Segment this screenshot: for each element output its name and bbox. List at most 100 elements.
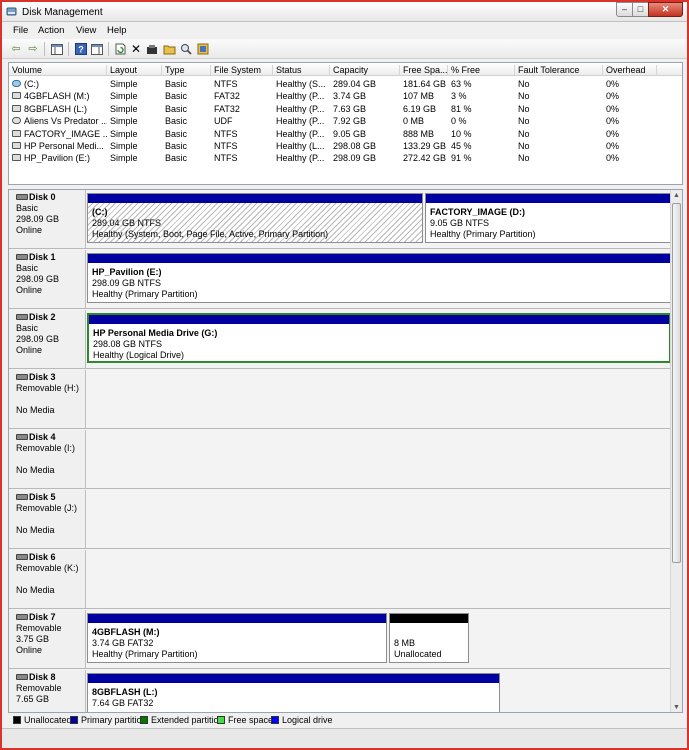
volume-cell: NTFS [214,128,238,139]
disk-info-line: Removable (J:) [16,503,78,513]
partition-size: 8 MB [394,638,416,648]
hard-disk-icon [16,434,28,440]
volume-cell: 181.64 GB [403,79,447,89]
disk-label[interactable]: Disk 7 Removable 3.75 GB Online [9,610,86,668]
partition[interactable]: 8GBFLASH (L:) 7.64 GB FAT32 [87,673,500,712]
column-header-type[interactable]: Type [162,65,211,76]
menu-action[interactable]: Action [38,25,64,36]
disk-label[interactable]: Disk 2 Basic 298.09 GB Online [9,310,86,368]
delete-icon[interactable]: ✕ [129,42,143,56]
partition[interactable]: (C:) 289.04 GB NTFS Healthy (System, Boot,… [87,193,423,243]
volume-row[interactable]: HP Personal Medi... Simple Basic NTFS Health… [9,140,682,152]
settings-icon[interactable] [196,42,210,56]
menu-help[interactable]: Help [107,25,127,36]
partition-name: FACTORY_IMAGE (D:) [430,207,526,217]
maximize-button[interactable]: □ [632,2,649,17]
drive-drive-icon [12,154,21,162]
disk-info-line: Basic [16,263,39,273]
volume-cell: No [518,79,530,89]
volume-cell: 0% [606,141,620,151]
minimize-button[interactable]: – [616,2,633,17]
menu-file[interactable]: File [13,25,28,36]
disk-label[interactable]: Disk 4 Removable (I:) No Media [9,430,86,488]
volume-cell: 107 MB [403,91,435,102]
open-folder-icon[interactable] [162,42,176,56]
disk-label[interactable]: Disk 6 Removable (K:) No Media [9,550,86,608]
column-header-layout[interactable]: Layout [107,65,162,76]
column-header-status[interactable]: Status [273,65,330,76]
partition[interactable]: HP Personal Media Drive (G:) 298.08 GB NT… [87,313,671,363]
volume-row[interactable]: 8GBFLASH (L:) Simple Basic FAT32 Healthy (P.… [9,103,682,115]
volume-row[interactable]: Aliens Vs Predator ... Simple Basic UDF Heal… [9,115,682,127]
volume-cell: NTFS [214,153,238,164]
partition[interactable]: 4GBFLASH (M:) 3.74 GB FAT32 Healthy (Prima… [87,613,387,663]
scroll-down-icon[interactable]: ▼ [671,702,682,712]
volume-cell: No [518,141,530,151]
close-button[interactable]: ✕ [648,2,683,17]
back-arrow-icon[interactable]: ⇦ [9,42,23,56]
help-icon[interactable]: ? [74,42,88,56]
disk-label[interactable]: Disk 1 Basic 298.09 GB Online [9,250,86,308]
volume-row[interactable]: FACTORY_IMAGE ... Simple Basic NTFS Healthy … [9,128,682,140]
volume-cell: 0% [606,153,620,164]
show-hide-tree-icon[interactable] [50,42,64,56]
disk-info-line: Online [16,285,43,295]
partition[interactable]: HP_Pavilion (E:) 298.09 GB NTFS Healthy (P… [87,253,671,303]
volume-cell: 81 % [451,103,472,114]
console-icon[interactable] [90,42,104,56]
disk-info-line: 7.65 GB [16,694,50,704]
disk-name: Disk 5 [16,492,85,503]
column-header-volume[interactable]: Volume [9,65,107,76]
volume-row[interactable]: (C:) Simple Basic NTFS Healthy (S... 289.04 G… [9,78,682,90]
title-bar[interactable]: Disk Management – □ ✕ [2,2,687,22]
disk-map: Disk 0 Basic 298.09 GB Online (C:) 289.04 GB … [8,189,683,713]
partition-name: 8GBFLASH (L:) [92,687,158,697]
column-header-percent-free[interactable]: % Free [448,65,515,76]
properties-icon[interactable] [145,42,159,56]
partition-body: (C:) 289.04 GB NTFS Healthy (System, Boot,… [88,203,422,242]
scrollbar-thumb[interactable] [672,203,681,563]
disk-info-line: Removable (K:) [16,563,79,573]
menu-view[interactable]: View [76,25,96,36]
unallocated-space[interactable]: 8 MB Unallocated [389,613,469,663]
volume-cell: 888 MB [403,128,435,139]
disk-label[interactable]: Disk 5 Removable (J:) No Media [9,490,86,548]
vertical-scrollbar[interactable]: ▲ ▼ [670,190,682,712]
volume-row[interactable]: HP_Pavilion (E:) Simple Basic NTFS Healthy (… [9,152,682,164]
forward-arrow-icon[interactable]: ⇨ [26,42,40,56]
volume-cell: No [518,128,530,139]
disk-label[interactable]: Disk 3 Removable (H:) No Media [9,370,86,428]
disk-info-line: Removable [16,683,62,693]
volume-cell: FAT32 [214,91,240,102]
refresh-icon[interactable] [113,42,127,56]
disk-info-line: Basic [16,323,39,333]
toolbar: ⇦ ⇨ ? ✕ [2,39,687,59]
disk-name: Disk 7 [16,612,85,623]
partition[interactable]: FACTORY_IMAGE (D:) 9.05 GB NTFS Healthy (P… [425,193,671,243]
disk-label[interactable]: Disk 0 Basic 298.09 GB Online [9,190,86,248]
disk-label[interactable]: Disk 8 Removable 7.65 GB [9,670,86,712]
partition-size: 9.05 GB NTFS [430,218,490,228]
column-header-capacity[interactable]: Capacity [330,65,400,76]
volume-cell: 3 % [451,91,467,102]
volume-cell: 91 % [451,153,472,164]
volume-cell: No [518,153,530,164]
partition-body: FACTORY_IMAGE (D:) 9.05 GB NTFS Healthy (P… [426,203,670,242]
disk-name-text: Disk 1 [29,252,56,262]
scroll-up-icon[interactable]: ▲ [671,190,682,202]
volume-cell: Healthy (P... [276,153,325,164]
column-header-overhead[interactable]: Overhead [603,65,657,76]
column-header-file-system[interactable]: File System [211,65,273,76]
empty-disk-area [87,490,672,548]
disk-drive-icon [12,80,21,87]
volume-cell: Simple [110,128,138,139]
column-header-free-space[interactable]: Free Spa... [400,65,448,76]
partition-body: HP_Pavilion (E:) 298.09 GB NTFS Healthy (P… [88,263,670,302]
explore-icon[interactable] [179,42,193,56]
legend-swatch [271,716,279,724]
usb-drive-icon [12,92,21,100]
volume-row[interactable]: 4GBFLASH (M:) Simple Basic FAT32 Healthy (P.… [9,90,682,102]
column-header-fault-tolerance[interactable]: Fault Tolerance [515,65,603,76]
disk-name-text: Disk 0 [29,192,56,202]
disk-info-line: Removable [16,623,62,633]
